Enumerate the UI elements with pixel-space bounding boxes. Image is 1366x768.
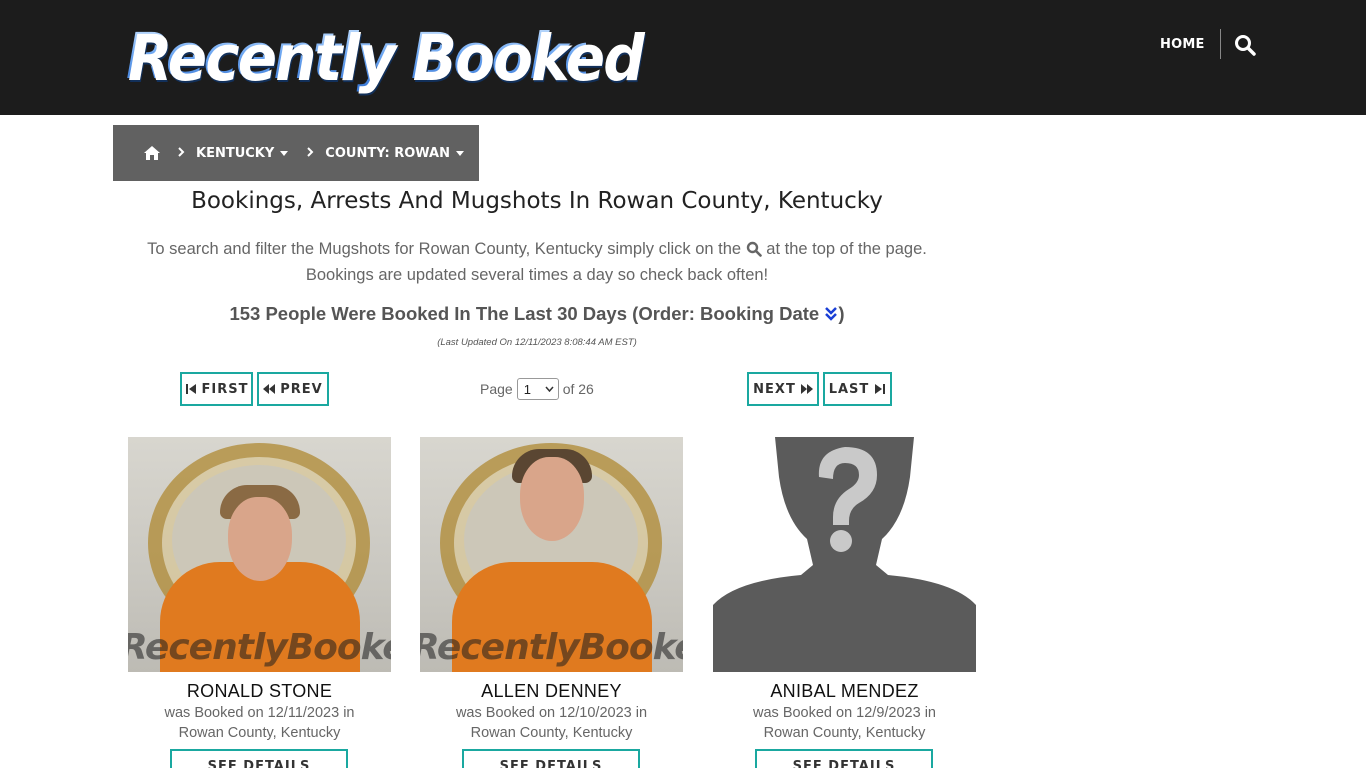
prev-label: PREV xyxy=(280,381,323,397)
booking-count-text: 153 People Were Booked In The Last 30 Da… xyxy=(229,303,820,324)
double-chevron-down-icon[interactable] xyxy=(824,305,838,321)
current-page-value: 1 xyxy=(523,381,531,397)
booking-card: RecentlyBooked.com ALLEN DENNEY was Book… xyxy=(420,437,683,768)
chevron-right-icon xyxy=(177,145,185,161)
booking-card: ANIBAL MENDEZ was Booked on 12/9/2023 in… xyxy=(713,437,976,768)
see-details-button[interactable]: SEE DETAILS xyxy=(170,749,348,768)
watermark-text: RecentlyBooked.com xyxy=(420,627,683,668)
intro-text-line2: Bookings are updated several times a day… xyxy=(305,266,769,284)
caret-down-icon xyxy=(280,150,289,156)
intro-text: To search and filter the Mugshots for Ro… xyxy=(113,236,961,288)
first-page-button[interactable]: FIRST xyxy=(180,372,253,406)
page-selector: Page 1 of 26 xyxy=(480,377,594,401)
booking-count: 153 People Were Booked In The Last 30 Da… xyxy=(113,303,961,325)
see-details-button[interactable]: SEE DETAILS xyxy=(755,749,933,768)
skip-last-icon xyxy=(875,384,886,394)
person-name[interactable]: RONALD STONE xyxy=(128,681,391,702)
forward-icon xyxy=(800,384,813,394)
booked-info: was Booked on 12/11/2023 in Rowan County… xyxy=(128,703,391,743)
breadcrumb-county-dropdown[interactable]: COUNTY: ROWAN xyxy=(325,146,464,161)
search-icon[interactable] xyxy=(1234,34,1256,56)
site-logo[interactable]: Recently Booked xyxy=(126,18,643,96)
booked-location-line: Rowan County, Kentucky xyxy=(178,725,341,741)
face xyxy=(519,457,584,541)
page-select[interactable]: 1 xyxy=(516,378,559,400)
breadcrumb-county-label: COUNTY: ROWAN xyxy=(325,145,450,161)
booked-info: was Booked on 12/9/2023 in Rowan County,… xyxy=(713,703,976,743)
booked-location-line: Rowan County, Kentucky xyxy=(763,725,926,741)
prev-page-button[interactable]: PREV xyxy=(257,372,329,406)
page-label: Page xyxy=(480,381,513,397)
page-title: Bookings, Arrests And Mugshots In Rowan … xyxy=(191,188,883,214)
see-details-button[interactable]: SEE DETAILS xyxy=(462,749,640,768)
watermark-text: RecentlyBooked.com xyxy=(128,627,391,668)
chevron-down-icon xyxy=(545,386,554,392)
caret-down-icon xyxy=(455,150,464,156)
booked-date-line: was Booked on 12/11/2023 in xyxy=(164,705,355,721)
next-page-button[interactable]: NEXT xyxy=(747,372,819,406)
mugshot-photo[interactable]: RecentlyBooked.com xyxy=(420,437,683,672)
question-mark-silhouette-icon xyxy=(713,437,976,672)
booked-location-line: Rowan County, Kentucky xyxy=(470,725,633,741)
booked-info: was Booked on 12/10/2023 in Rowan County… xyxy=(420,703,683,743)
breadcrumb-state-label: KENTUCKY xyxy=(196,145,275,161)
face xyxy=(227,497,292,581)
booking-card: RecentlyBooked.com RONALD STONE was Book… xyxy=(128,437,391,768)
person-name[interactable]: ANIBAL MENDEZ xyxy=(713,681,976,702)
skip-first-icon xyxy=(185,384,196,394)
last-label: LAST xyxy=(828,381,870,397)
mugshot-photo[interactable]: RecentlyBooked.com xyxy=(128,437,391,672)
intro-text-part2: at the top of the page. xyxy=(766,240,927,258)
next-label: NEXT xyxy=(753,381,796,397)
page-total: of 26 xyxy=(562,381,594,397)
search-icon xyxy=(746,240,762,258)
last-page-button[interactable]: LAST xyxy=(823,372,892,406)
placeholder-silhouette-photo[interactable] xyxy=(713,437,976,672)
nav-home-link[interactable]: HOME xyxy=(1160,34,1205,56)
chevron-right-icon xyxy=(306,145,314,161)
first-label: FIRST xyxy=(201,381,249,397)
breadcrumb-state-dropdown[interactable]: KENTUCKY xyxy=(196,145,289,161)
nav-divider xyxy=(1220,29,1221,59)
top-navbar: Recently Booked HOME xyxy=(0,0,1366,115)
home-icon[interactable] xyxy=(143,145,161,161)
booked-date-line: was Booked on 12/9/2023 in xyxy=(753,705,936,721)
person-name[interactable]: ALLEN DENNEY xyxy=(420,681,683,702)
breadcrumb: KENTUCKY COUNTY: ROWAN xyxy=(113,125,479,181)
intro-text-part1: To search and filter the Mugshots for Ro… xyxy=(147,240,742,258)
backward-icon xyxy=(263,384,276,394)
last-updated: (Last Updated On 12/11/2023 8:08:44 AM E… xyxy=(437,337,637,348)
booked-date-line: was Booked on 12/10/2023 in xyxy=(455,705,648,721)
logo-text: Recently Booked xyxy=(126,18,643,96)
booking-count-close: ) xyxy=(838,303,845,324)
